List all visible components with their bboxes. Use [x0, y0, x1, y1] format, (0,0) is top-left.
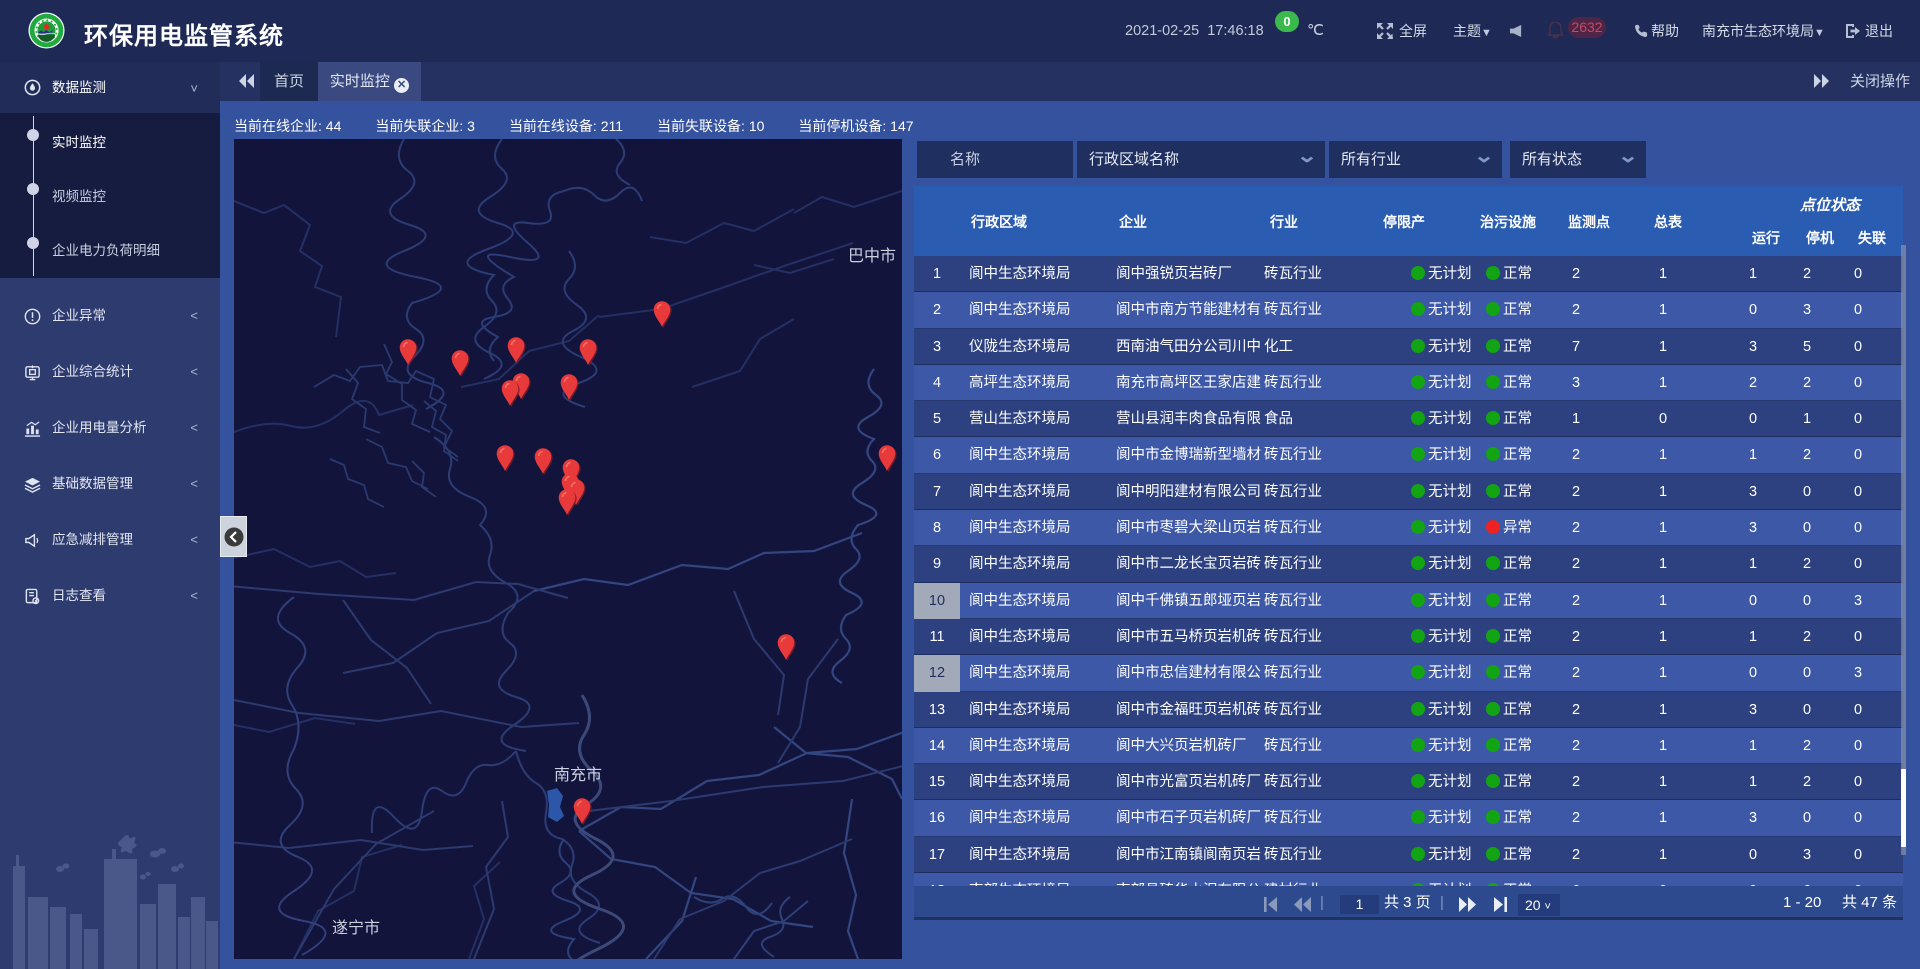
svg-text:遂宁市: 遂宁市 [332, 919, 380, 937]
svg-text:巴中市: 巴中市 [848, 247, 896, 265]
svg-text:南充市: 南充市 [554, 766, 602, 784]
